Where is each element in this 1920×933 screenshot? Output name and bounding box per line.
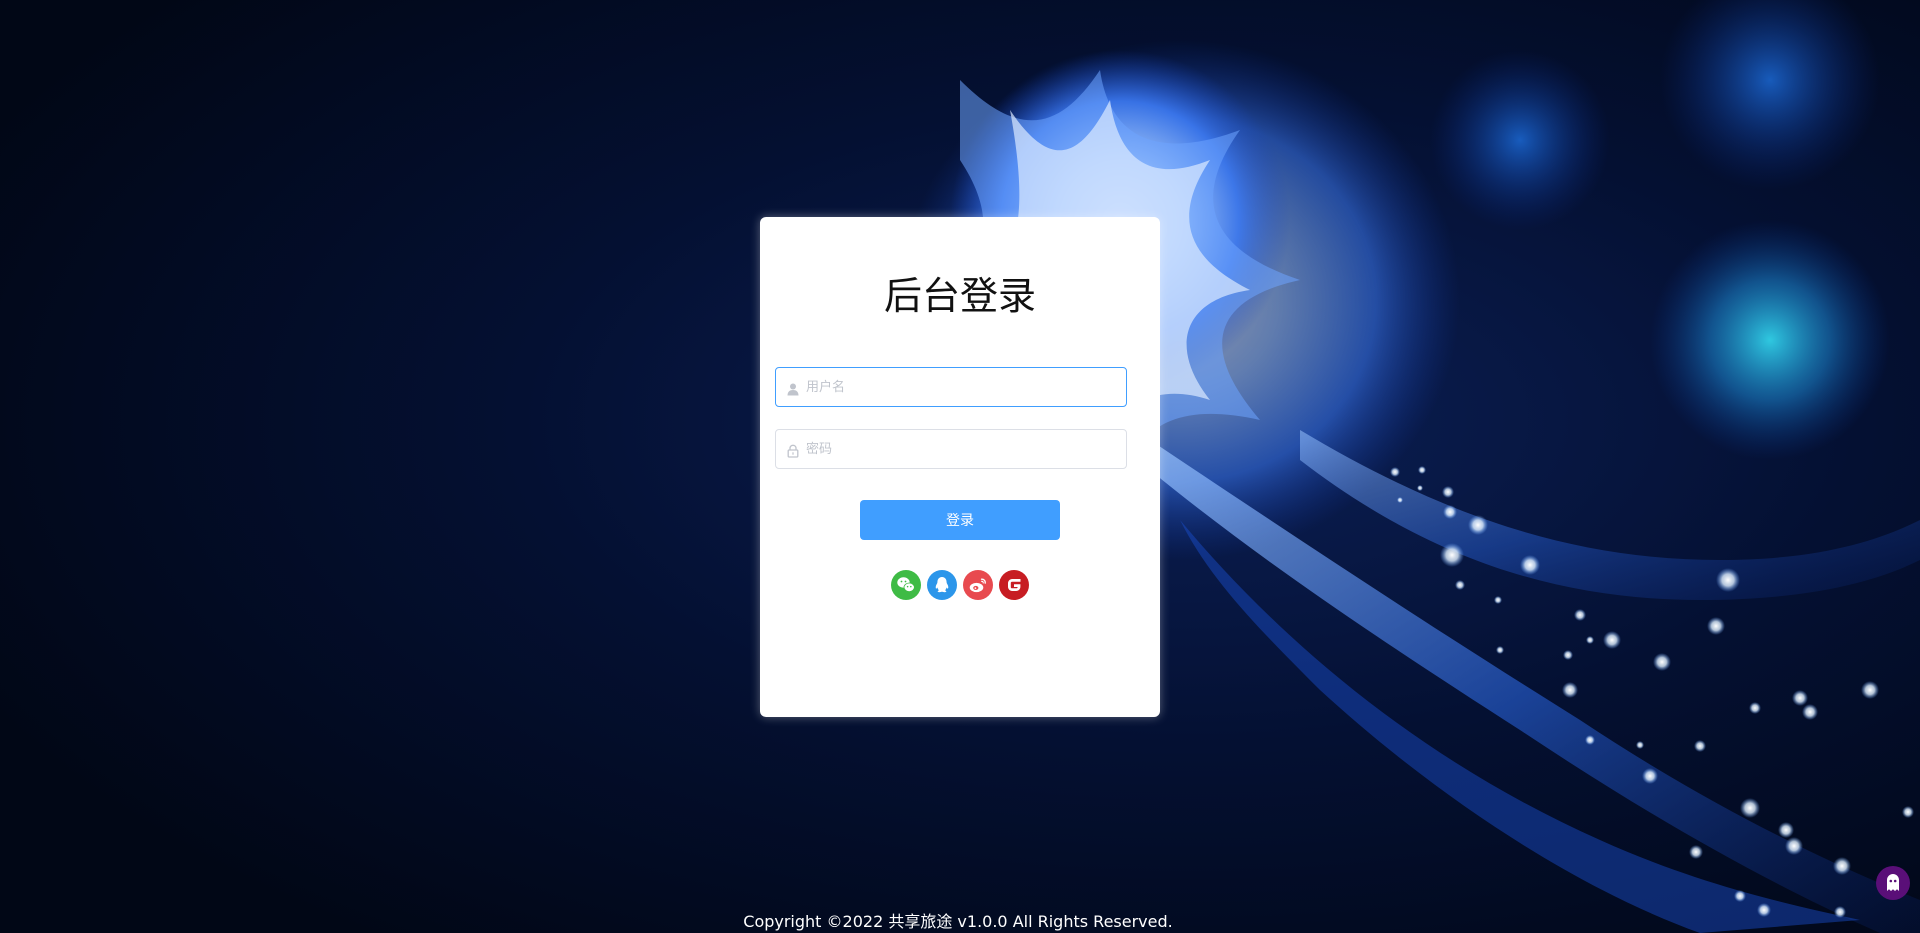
weibo-icon[interactable] (963, 570, 993, 600)
lock-icon (786, 443, 800, 458)
qq-icon[interactable] (927, 570, 957, 600)
floating-assistant-button[interactable] (1876, 866, 1910, 900)
login-title: 后台登录 (883, 274, 1036, 318)
login-card: 后台登录 登录 (760, 217, 1160, 717)
password-input[interactable] (806, 430, 1116, 468)
social-login-row (760, 570, 1160, 600)
username-field[interactable] (775, 367, 1127, 407)
ghost-icon (1876, 866, 1910, 900)
username-input[interactable] (806, 368, 1116, 406)
wechat-icon[interactable] (891, 570, 921, 600)
user-icon (786, 381, 800, 396)
password-field[interactable] (775, 429, 1127, 469)
gitee-icon[interactable] (999, 570, 1029, 600)
copyright-text: Copyright ©2022 共享旅途 v1.0.0 All Rights R… (743, 912, 1173, 931)
login-button[interactable]: 登录 (860, 500, 1060, 540)
